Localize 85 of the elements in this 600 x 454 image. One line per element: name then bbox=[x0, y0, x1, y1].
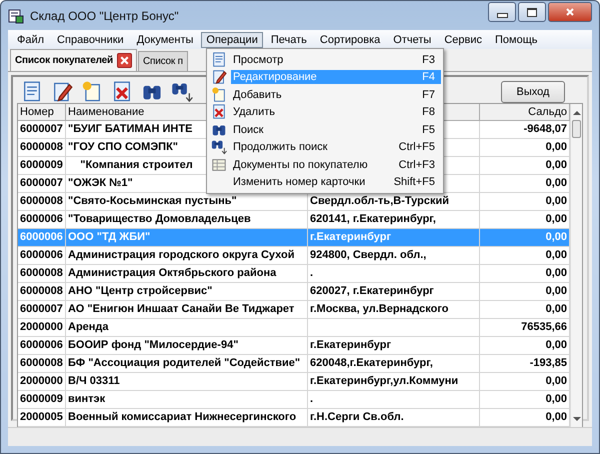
exit-button[interactable]: Выход bbox=[501, 81, 565, 103]
app-icon bbox=[8, 8, 24, 24]
tab[interactable]: Список п bbox=[138, 51, 188, 71]
table-row[interactable]: 2000000 В/Ч 03311 г.Екатеринбург,ул.Коммуни 0,00 bbox=[18, 373, 570, 391]
table-cell: 6000007 bbox=[18, 301, 66, 318]
table-cell: 6000006 bbox=[18, 247, 66, 264]
table-cell: 924800, Свердл. обл., bbox=[308, 247, 480, 264]
menu-item[interactable]: Отчеты bbox=[388, 32, 436, 48]
table-cell: 6000006 bbox=[18, 337, 66, 354]
table-cell: 6000006 bbox=[18, 229, 66, 246]
table-cell: Администрация Октябрьского района bbox=[66, 265, 308, 282]
table-row[interactable]: 6000008 АНО "Центр стройсервис" 620027, г.Екатеринбург 0,00 bbox=[18, 283, 570, 301]
delete-document-icon[interactable] bbox=[111, 81, 133, 103]
table-cell: 620048,г.Екатеринбург, bbox=[308, 355, 480, 372]
table-cell: АО "Енигюн Иншаат Санайи Ве Тиджарет bbox=[66, 301, 308, 318]
table-cell: 6000008 bbox=[18, 139, 66, 156]
maximize-button[interactable] bbox=[518, 2, 546, 22]
table-cell: 6000008 bbox=[18, 193, 66, 210]
minimize-button[interactable] bbox=[488, 2, 516, 22]
table-cell: 2000000 bbox=[18, 319, 66, 336]
scrollbar[interactable] bbox=[570, 104, 582, 427]
table-cell: 2000005 bbox=[18, 409, 66, 426]
view-document-icon[interactable] bbox=[21, 81, 43, 103]
table-row[interactable]: 6000009 винтэк . 0,00 bbox=[18, 391, 570, 409]
scroll-down-icon[interactable] bbox=[572, 416, 580, 422]
table-cell: БООИР фонд "Милосердие-94" bbox=[66, 337, 308, 354]
table-row[interactable]: 2000000 Аренда 76535,66 bbox=[18, 319, 570, 337]
table-row[interactable]: 6000006 Администрация городского округа Сухой 924800, Свердл. обл., 0,00 bbox=[18, 247, 570, 265]
table-cell: Администрация городского округа Сухой bbox=[66, 247, 308, 264]
table-cell: 6000009 bbox=[18, 391, 66, 408]
menu-item[interactable]: Печать bbox=[266, 32, 312, 48]
tab[interactable]: Список покупателей bbox=[10, 49, 137, 71]
menu-item[interactable]: Операции bbox=[201, 32, 263, 48]
table-cell: В/Ч 03311 bbox=[66, 373, 308, 390]
menu-item[interactable]: Справочники bbox=[52, 32, 129, 48]
close-icon[interactable] bbox=[116, 53, 132, 68]
menu-item[interactable]: Помощь bbox=[490, 32, 542, 48]
column-header[interactable]: Номер bbox=[18, 104, 66, 120]
table-cell: АНО "Центр стройсервис" bbox=[66, 283, 308, 300]
view-document-icon bbox=[211, 52, 227, 68]
table-cell: Аренда bbox=[66, 319, 308, 336]
table-cell: 6000007 bbox=[18, 175, 66, 192]
table-cell: г.Екатеринбург bbox=[308, 337, 480, 354]
table-cell: 620027, г.Екатеринбург bbox=[308, 283, 480, 300]
table-cell: 6000008 bbox=[18, 265, 66, 282]
menu-item[interactable]: Документы bbox=[132, 32, 198, 48]
table-cell: г.Москва, ул.Вернадского bbox=[308, 301, 480, 318]
table-cell: ООО "ТД ЖБИ" bbox=[66, 229, 308, 246]
table-icon bbox=[211, 156, 227, 173]
pencil-document-icon bbox=[211, 69, 227, 86]
table-cell: г.Н.Серги Св.обл. bbox=[308, 409, 480, 426]
menu-item[interactable]: Файл bbox=[12, 32, 50, 48]
table-cell: г.Екатеринбург bbox=[308, 229, 480, 246]
table-cell: г.Екатеринбург,ул.Коммуни bbox=[308, 373, 480, 390]
table-cell: "Товарищество Домовладельцев bbox=[66, 211, 308, 228]
table-cell: винтэк bbox=[66, 391, 308, 408]
table-cell: . bbox=[308, 391, 480, 408]
scroll-thumb[interactable] bbox=[572, 120, 581, 138]
table-row[interactable]: 6000008 БФ "Ассоциация родителей "Содействие" 620048,г.Екатеринбург, -193,85 bbox=[18, 355, 570, 373]
table-cell: 6000006 bbox=[18, 211, 66, 228]
table-cell: 2000000 bbox=[18, 373, 66, 390]
scroll-up-icon[interactable] bbox=[572, 110, 580, 114]
close-button[interactable] bbox=[548, 2, 592, 22]
table-row[interactable]: 6000007 АО "Енигюн Иншаат Санайи Ве Тиджарет г.Москва, ул.Вернадского 0,00 bbox=[18, 301, 570, 319]
table-cell: 6000009 bbox=[18, 157, 66, 174]
pencil-document-icon[interactable] bbox=[51, 81, 73, 103]
binoculars-arrow-icon[interactable] bbox=[171, 81, 193, 103]
add-document-icon bbox=[211, 86, 227, 103]
table-cell: 620141, г.Екатеринбург, bbox=[308, 211, 480, 228]
menu-item[interactable]: Просмотр F3 bbox=[231, 52, 441, 67]
table-cell: 6000008 bbox=[18, 283, 66, 300]
menu-item[interactable]: Добавить F7 bbox=[231, 88, 441, 102]
table-row[interactable]: 6000008 Администрация Октябрьского района . 0,00 bbox=[18, 265, 570, 283]
table-cell: Военный комиссариат Нижнесергинского bbox=[66, 409, 308, 426]
delete-document-icon bbox=[211, 104, 227, 120]
table-cell: БФ "Ассоциация родителей "Содействие" bbox=[66, 355, 308, 372]
table-cell: 6000007 bbox=[18, 121, 66, 138]
table-row[interactable]: 6000006 БООИР фонд "Милосердие-94" г.Екатеринбург 0,00 bbox=[18, 337, 570, 355]
table-cell: . bbox=[308, 265, 480, 282]
menu-item[interactable]: Сервис bbox=[439, 32, 487, 48]
window-title: Склад ООО "Центр Бонус" bbox=[30, 8, 180, 22]
binoculars-arrow-icon bbox=[211, 139, 227, 156]
add-document-icon[interactable] bbox=[81, 81, 103, 103]
table-cell: 6000008 bbox=[18, 355, 66, 372]
menu-item[interactable]: Сортировка bbox=[314, 32, 386, 48]
